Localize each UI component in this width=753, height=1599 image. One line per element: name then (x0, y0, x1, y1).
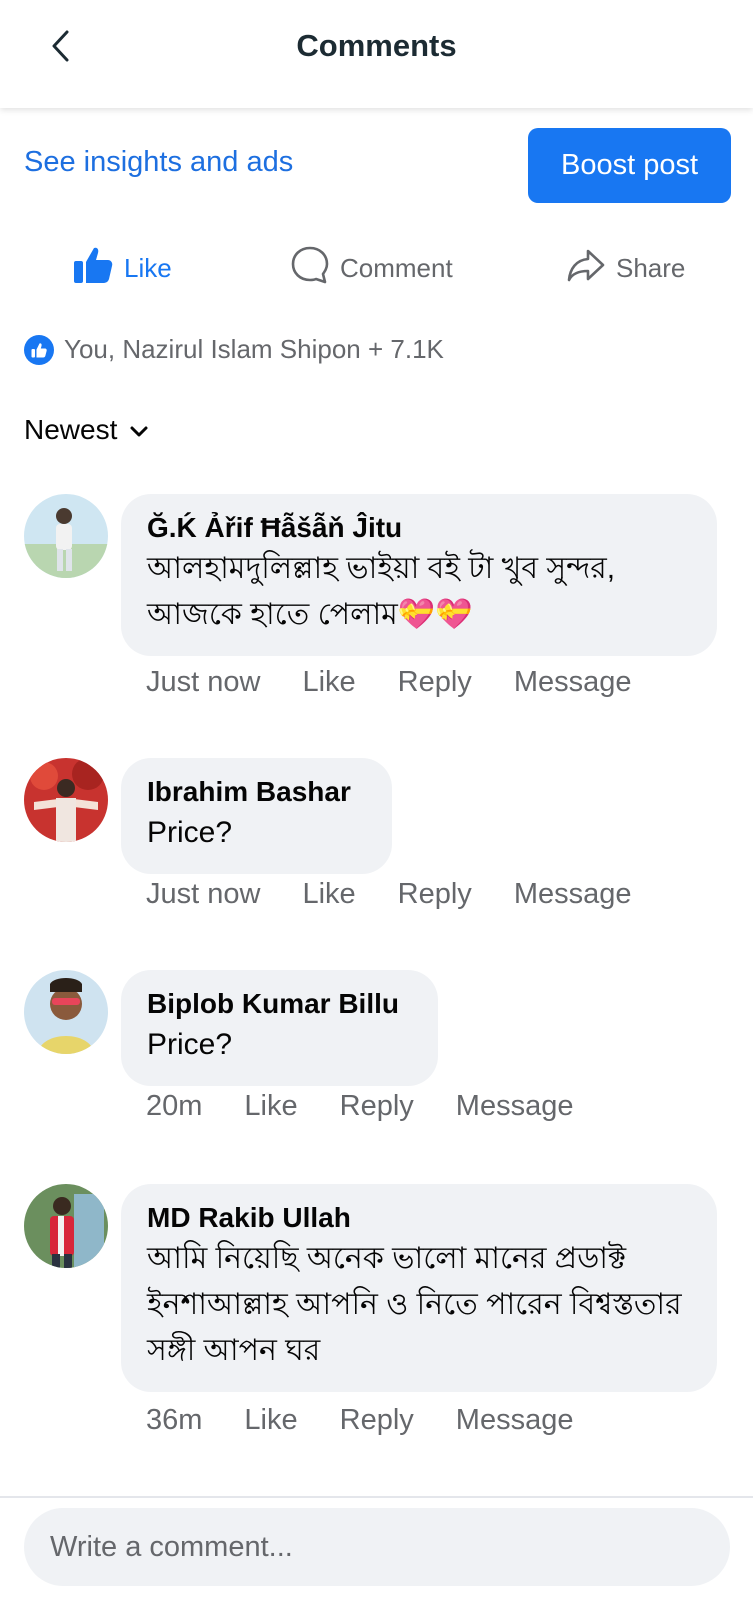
reactions-text: You, Nazirul Islam Shipon + 7.1K (64, 334, 444, 364)
comment-message-button[interactable]: Message (514, 666, 632, 699)
comment-like-button[interactable]: Like (302, 878, 355, 911)
avatar[interactable] (24, 494, 108, 578)
comment-input[interactable] (24, 1508, 730, 1586)
comment-item: Biplob Kumar Billu Price? 20m Like Reply… (0, 970, 753, 1140)
comment-message-button[interactable]: Message (456, 1404, 574, 1437)
commenter-name[interactable]: Biplob Kumar Billu (147, 986, 412, 1022)
comment-time: Just now (146, 666, 261, 698)
top-bar: Comments (0, 0, 753, 108)
boost-post-button[interactable]: Boost post (528, 128, 731, 203)
commenter-name[interactable]: MD Rakib Ullah (147, 1200, 691, 1236)
comment-text: Price? (147, 816, 233, 849)
comment-item: MD Rakib Ullah আমি নিয়েছি অনেক ভালো মান… (0, 1184, 753, 1464)
comment-bubble[interactable]: MD Rakib Ullah আমি নিয়েছি অনেক ভালো মান… (121, 1184, 717, 1392)
share-button[interactable]: Share (566, 240, 685, 296)
like-reaction-icon (24, 334, 54, 365)
comment-label: Comment (340, 252, 453, 283)
avatar[interactable] (24, 758, 108, 842)
thumbs-up-icon (72, 244, 114, 293)
comment-item: Ibrahim Bashar Price? Just now Like Repl… (0, 758, 753, 928)
comment-meta: 20m Like Reply Message (146, 1090, 573, 1123)
comment-reply-button[interactable]: Reply (340, 1090, 414, 1123)
commenter-name[interactable]: Ğ.Ḱ Ảřif Ħẫšẫň Ĵitu (147, 510, 691, 546)
comment-reply-button[interactable]: Reply (398, 878, 472, 911)
comment-like-button[interactable]: Like (302, 666, 355, 699)
comment-text: আমি নিয়েছি অনেক ভালো মানের প্রডাক্ট ইনশ… (147, 1242, 682, 1367)
comment-meta: 36m Like Reply Message (146, 1404, 573, 1437)
comment-text: আলহামদুলিল্লাহ ভাইয়া বই টা খুব সুন্দর, … (147, 552, 616, 631)
like-button[interactable]: Like (72, 240, 172, 296)
comment-bubble[interactable]: Ibrahim Bashar Price? (121, 758, 392, 874)
share-label: Share (616, 252, 686, 283)
commenter-name[interactable]: Ibrahim Bashar (147, 774, 366, 810)
comment-reply-button[interactable]: Reply (398, 666, 472, 699)
comment-bubble[interactable]: Ğ.Ḱ Ảřif Ħẫšẫň Ĵitu আলহামদুলিল্লাহ ভাইয়… (121, 494, 717, 656)
comment-time: Just now (146, 878, 261, 910)
avatar[interactable] (24, 970, 108, 1054)
speech-bubble-icon (290, 245, 330, 292)
sort-dropdown[interactable]: Newest (24, 414, 149, 446)
comment-bubble[interactable]: Biplob Kumar Billu Price? (121, 970, 438, 1086)
see-insights-link[interactable]: See insights and ads (24, 146, 293, 179)
share-arrow-icon (566, 245, 606, 292)
divider (0, 1496, 753, 1498)
page-title: Comments (296, 28, 457, 63)
comment-like-button[interactable]: Like (244, 1090, 297, 1123)
chevron-down-icon (129, 414, 149, 446)
comment-message-button[interactable]: Message (456, 1090, 574, 1123)
comment-reply-button[interactable]: Reply (340, 1404, 414, 1437)
reactions-summary[interactable]: You, Nazirul Islam Shipon + 7.1K (24, 334, 444, 365)
avatar[interactable] (24, 1184, 108, 1268)
comment-item: Ğ.Ḱ Ảřif Ħẫšẫň Ĵitu আলহামদুলিল্লাহ ভাইয়… (0, 494, 753, 714)
comment-time: 20m (146, 1090, 203, 1122)
post-action-bar: Like Comment Share (0, 240, 753, 296)
comment-time: 36m (146, 1404, 203, 1436)
like-label: Like (124, 252, 172, 283)
comment-meta: Just now Like Reply Message (146, 878, 631, 911)
comment-text: Price? (147, 1028, 233, 1061)
comment-meta: Just now Like Reply Message (146, 666, 631, 699)
comment-like-button[interactable]: Like (244, 1404, 297, 1437)
comment-composer (24, 1508, 730, 1586)
comment-message-button[interactable]: Message (514, 878, 632, 911)
sort-label: Newest (24, 414, 118, 445)
